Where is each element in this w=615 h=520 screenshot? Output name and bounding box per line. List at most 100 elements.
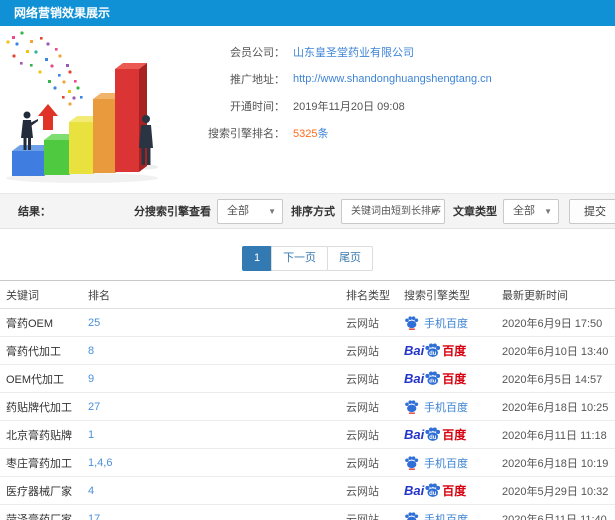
baidu-bai-text: Bai [404, 483, 425, 498]
rank-cell[interactable]: 4 [88, 476, 346, 505]
engine-filter-select[interactable]: 全部 ▼ [217, 198, 283, 224]
engine-type-cell: 手机百度 [404, 308, 502, 337]
rank-cell[interactable]: 1,4,6 [88, 448, 346, 477]
baidu-chars-text: 百度 [442, 344, 467, 358]
baidu-paw-icon: du [424, 342, 441, 359]
engine-label: 手机百度 [424, 317, 468, 330]
account-info-list: 会员公司： 山东皇圣堂药业有限公司 推广地址： http://www.shand… [185, 26, 615, 146]
engine-type-cell: Bai du 百度 [404, 364, 502, 393]
sort-value: 关键词由短到长排序 [351, 205, 441, 217]
table-row: 膏药代加工 8 云网站 Bai du 百度 2020年6月10日 13:40 [0, 336, 615, 365]
window-title-bar: 网络营销效果展示 [0, 0, 615, 26]
svg-text:du: du [429, 435, 437, 441]
updated-cell: 2020年6月11日 11:40 [502, 504, 615, 520]
result-label: 结果： [18, 206, 51, 218]
results-table-body: 膏药OEM 25 云网站 手机百度 2020年6月9日 17:50 膏药代加工 8 云网站… [0, 308, 615, 520]
page-button-current[interactable]: 1 [241, 246, 273, 271]
rank-cell[interactable]: 27 [88, 392, 346, 421]
table-header-row: 关键词 排名 排名类型 搜索引擎类型 最新更新时间 [0, 280, 615, 309]
updated-cell: 2020年6月11日 11:18 [502, 420, 615, 449]
pagination: 1 下一页 尾页 [0, 246, 615, 271]
mobile-baidu-paw-icon [404, 511, 419, 520]
rank-count-number: 5325 [293, 127, 318, 140]
sort-select[interactable]: 关键词由短到长排序 ▼ [341, 198, 445, 224]
table-row: 菏泽膏药厂家 17 云网站 手机百度 2020年6月11日 11:40 [0, 504, 615, 520]
baidu-paw-icon: du [424, 426, 441, 443]
table-row: OEM代加工 9 云网站 Bai du 百度 2020年6月5日 14:57 [0, 364, 615, 393]
baidu-bai-text: Bai [404, 343, 425, 358]
keyword-cell: 菏泽膏药厂家 [0, 504, 88, 520]
engine-label: 手机百度 [424, 401, 468, 414]
updated-cell: 2020年6月18日 10:25 [502, 392, 615, 421]
rank-type-cell: 云网站 [346, 364, 404, 393]
rank-type-cell: 云网站 [346, 448, 404, 477]
rank-cell[interactable]: 1 [88, 420, 346, 449]
engine-type-cell: 手机百度 [404, 392, 502, 421]
next-page-button[interactable]: 下一页 [271, 246, 329, 271]
rank-cell[interactable]: 8 [88, 336, 346, 365]
last-page-button[interactable]: 尾页 [327, 246, 374, 271]
updated-cell: 2020年6月18日 10:19 [502, 448, 615, 477]
engine-label: 手机百度 [424, 513, 468, 520]
svg-text:du: du [429, 491, 437, 497]
rank-type-cell: 云网站 [346, 420, 404, 449]
updated-cell: 2020年5月29日 10:32 [502, 476, 615, 505]
baidu-chars-text: 百度 [442, 428, 467, 442]
baidu-logo: Bai du 百度 [404, 482, 502, 499]
info-row-url: 推广地址： http://www.shandonghuangshengtang.… [185, 65, 615, 92]
mobile-baidu-badge: 手机百度 [404, 455, 502, 471]
baidu-paw-icon: du [425, 371, 441, 385]
rank-type-cell: 云网站 [346, 476, 404, 505]
engine-type-cell: 手机百度 [404, 448, 502, 477]
mobile-baidu-badge: 手机百度 [404, 399, 502, 415]
baidu-chars-text: 百度 [442, 372, 467, 386]
rank-count-value: 5325条 [293, 125, 328, 141]
account-info-section: 会员公司： 山东皇圣堂药业有限公司 推广地址： http://www.shand… [0, 26, 615, 193]
results-table: 关键词 排名 排名类型 搜索引擎类型 最新更新时间 膏药OEM 25 云网站 手机百… [0, 280, 615, 520]
open-time-value: 2019年11月20日 09:08 [293, 100, 405, 113]
updated-cell: 2020年6月5日 14:57 [502, 364, 615, 393]
company-label: 会员公司： [230, 46, 285, 59]
rank-cell[interactable]: 9 [88, 364, 346, 393]
updated-cell: 2020年6月9日 17:50 [502, 308, 615, 337]
keyword-cell: 医疗器械厂家 [0, 476, 88, 505]
header-rank: 排名 [88, 280, 346, 309]
baidu-paw-icon: du [425, 427, 441, 441]
svg-text:du: du [429, 379, 437, 385]
header-rank-type: 排名类型 [346, 280, 404, 309]
baidu-logo: Bai du 百度 [404, 370, 502, 387]
rank-count-unit: 条 [317, 127, 329, 140]
up-arrow [38, 104, 58, 130]
submit-button[interactable]: 提交 [569, 198, 615, 224]
chevron-down-icon: ▼ [268, 206, 276, 216]
baidu-paw-icon [405, 512, 419, 520]
keyword-cell: 膏药代加工 [0, 336, 88, 365]
baidu-paw-icon: du [425, 343, 441, 357]
info-row-open-time: 开通时间： 2019年11月20日 09:08 [185, 92, 615, 119]
company-link[interactable]: 山东皇圣堂药业有限公司 [293, 44, 414, 60]
rank-cell[interactable]: 25 [88, 308, 346, 337]
mobile-baidu-badge: 手机百度 [404, 315, 502, 331]
mobile-baidu-paw-icon [404, 399, 419, 414]
chevron-down-icon: ▼ [544, 206, 552, 216]
table-row: 医疗器械厂家 4 云网站 Bai du 百度 2020年5月29日 10:32 [0, 476, 615, 505]
rank-type-cell: 云网站 [346, 336, 404, 365]
chevron-down-icon: ▼ [430, 206, 438, 216]
promo-url-link[interactable]: http://www.shandonghuangshengtang.cn [293, 73, 492, 85]
page-title: 网络营销效果展示 [14, 6, 111, 20]
rank-type-cell: 云网站 [346, 504, 404, 520]
rank-type-cell: 云网站 [346, 392, 404, 421]
info-row-company: 会员公司： 山东皇圣堂药业有限公司 [185, 38, 615, 65]
mobile-baidu-paw-icon [404, 315, 419, 330]
rank-cell[interactable]: 17 [88, 504, 346, 520]
confetti-dots [6, 31, 83, 106]
keyword-cell: 北京膏药贴牌 [0, 420, 88, 449]
engine-type-cell: 手机百度 [404, 504, 502, 520]
baidu-bai-text: Bai [404, 427, 425, 442]
sort-label: 排序方式 [291, 206, 335, 218]
svg-text:du: du [429, 351, 437, 357]
open-time-label: 开通时间： [230, 100, 285, 113]
growth-chart-illustration [6, 31, 158, 183]
keyword-cell: 药贴牌代加工 [0, 392, 88, 421]
article-type-select[interactable]: 全部 ▼ [503, 198, 559, 224]
